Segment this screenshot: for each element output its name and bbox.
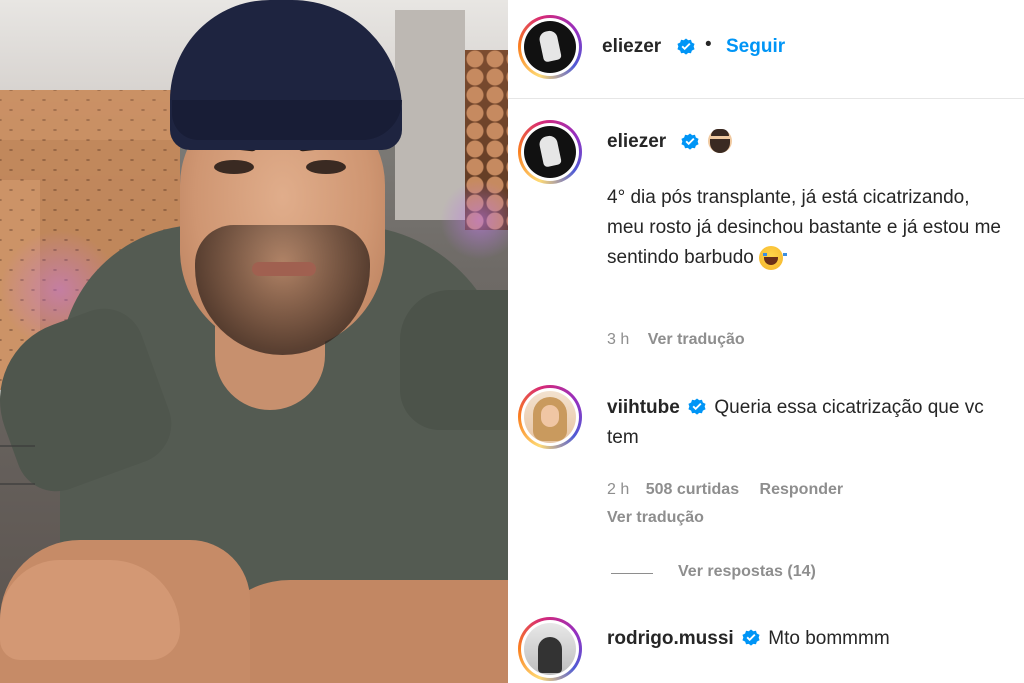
person-hand bbox=[0, 560, 180, 660]
photo-person bbox=[0, 0, 508, 683]
comment-body: Mto bommmm bbox=[768, 628, 890, 649]
comment-viihtube: viihtube Queria essa cicatrização que vc… bbox=[607, 393, 1007, 453]
person-mouth bbox=[252, 262, 316, 276]
caption-translate-link[interactable]: Ver tradução bbox=[648, 331, 745, 348]
caption-author-avatar[interactable] bbox=[518, 120, 582, 184]
person-cap-brim bbox=[172, 100, 402, 140]
comment-reply-button[interactable]: Responder bbox=[760, 481, 844, 498]
avatar-image bbox=[524, 623, 576, 675]
person-sleeve-right bbox=[400, 290, 508, 430]
verified-badge-icon bbox=[681, 133, 699, 151]
person-eye-right bbox=[306, 160, 346, 174]
caption-text: 4° dia pós transplante, já está cicatriz… bbox=[607, 183, 1007, 273]
header-divider bbox=[508, 98, 1024, 99]
comment-translate-link[interactable]: Ver tradução bbox=[607, 509, 704, 527]
avatar-image bbox=[524, 391, 576, 443]
comment-time[interactable]: 2 h bbox=[607, 481, 629, 498]
verified-badge-icon bbox=[677, 38, 695, 56]
caption-body: 4° dia pós transplante, já está cicatriz… bbox=[607, 187, 1001, 268]
follow-separator: • bbox=[705, 34, 712, 55]
comment-author-username[interactable]: viihtube bbox=[607, 397, 680, 418]
follow-button[interactable]: Seguir bbox=[726, 36, 785, 58]
comment-author-username[interactable]: rodrigo.mussi bbox=[607, 628, 734, 649]
replies-divider-line bbox=[611, 573, 653, 574]
post-author-username[interactable]: eliezer bbox=[602, 36, 661, 58]
post-photo bbox=[0, 0, 508, 683]
person-eye-left bbox=[214, 160, 254, 174]
tears-of-joy-emoji-icon bbox=[759, 245, 788, 270]
caption-author-username[interactable]: eliezer bbox=[607, 131, 666, 153]
view-replies-button[interactable]: Ver respostas (14) bbox=[678, 563, 816, 581]
avatar-image bbox=[524, 126, 576, 178]
comment-avatar-rodrigo-mussi[interactable] bbox=[518, 617, 582, 681]
comment-rodrigo-mussi: rodrigo.mussi Mto bommmm bbox=[607, 624, 1007, 654]
post-panel: eliezer • Seguir eliezer 4° dia pós tran… bbox=[508, 0, 1024, 683]
bearded-person-emoji-icon bbox=[708, 129, 732, 153]
comment-likes-count[interactable]: 508 curtidas bbox=[646, 481, 739, 498]
comment-meta: 2 h 508 curtidas Responder bbox=[607, 481, 843, 499]
avatar-image bbox=[524, 21, 576, 73]
caption-time[interactable]: 3 h bbox=[607, 331, 629, 348]
caption-meta: 3 h Ver tradução bbox=[607, 331, 745, 349]
post-author-avatar[interactable] bbox=[518, 15, 582, 79]
verified-badge-icon bbox=[742, 629, 760, 647]
person-tattoo bbox=[0, 445, 35, 485]
verified-badge-icon bbox=[688, 398, 706, 416]
comment-avatar-viihtube[interactable] bbox=[518, 385, 582, 449]
